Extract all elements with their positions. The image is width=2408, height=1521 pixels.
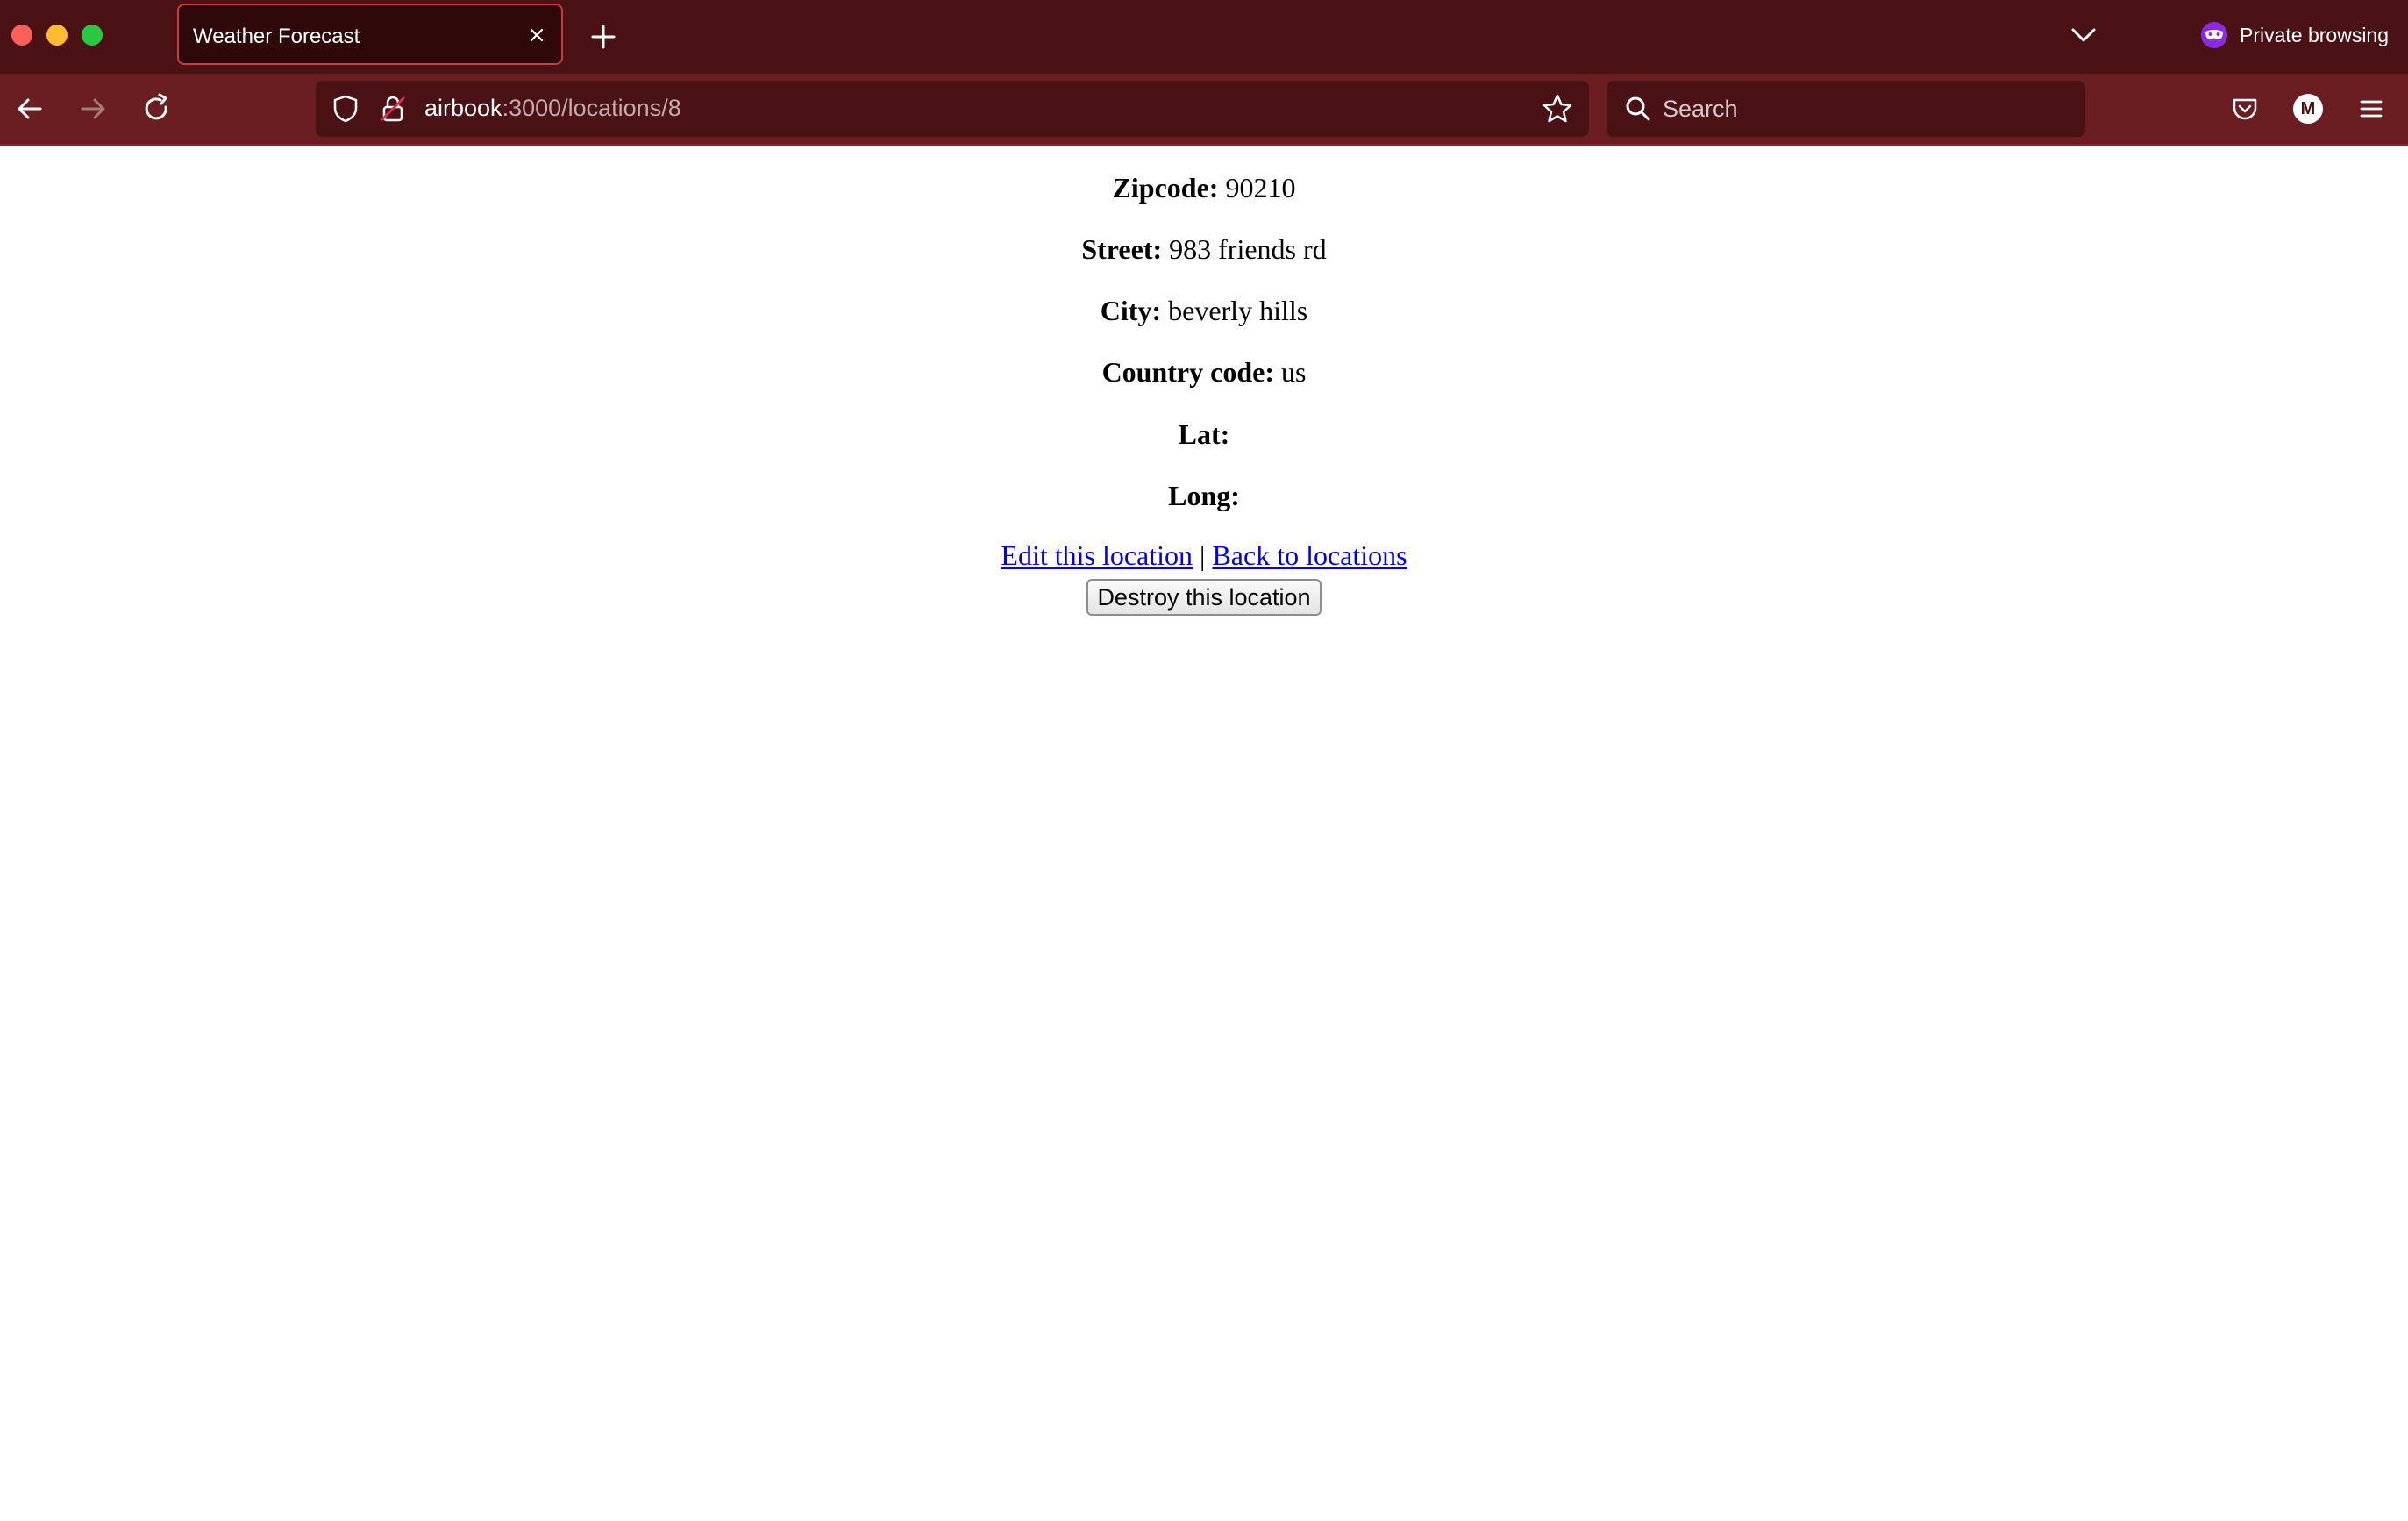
close-window-button[interactable] [11,25,32,46]
search-bar[interactable]: Search [1607,81,2085,137]
long-label: Long: [1168,480,1240,511]
page-content: Zipcode: 90210 Street: 983 friends rd Ci… [0,146,2408,1521]
insecure-lock-icon[interactable] [377,93,409,125]
account-initial: M [2293,94,2323,124]
url-bar[interactable]: airbook:3000/locations/8 [316,81,1589,137]
reload-icon[interactable] [137,89,175,128]
shield-icon[interactable] [330,93,361,125]
url-text[interactable]: airbook:3000/locations/8 [424,95,681,122]
private-browsing-label: Private browsing [2240,23,2390,46]
url-path: :3000/locations/8 [502,95,681,121]
url-host: airbook [424,95,502,121]
city-value: beverly hills [1168,295,1308,326]
chevron-down-icon[interactable] [2066,19,2101,51]
city-row: City: beverly hills [0,295,2408,327]
tab-bar: Weather Forecast Private browsing [0,0,2408,74]
lat-label: Lat: [1178,418,1230,450]
country-code-label: Country code: [1101,356,1274,388]
forward-arrow-icon[interactable] [74,89,112,128]
search-placeholder: Search [1663,96,1738,122]
back-arrow-icon[interactable] [11,89,49,128]
city-label: City: [1100,295,1162,326]
zipcode-label: Zipcode: [1112,172,1219,204]
street-label: Street: [1081,233,1163,265]
location-actions: Edit this location | Back to locations [0,539,2408,572]
pocket-icon[interactable] [2227,91,2262,126]
tab-title: Weather Forecast [193,25,360,48]
account-avatar-icon[interactable]: M [2290,91,2326,126]
minimize-window-button[interactable] [46,25,68,46]
private-mask-icon [2201,22,2227,48]
country-code-row: Country code: us [0,356,2408,389]
search-icon [1622,93,1654,125]
browser-chrome: Weather Forecast Private browsing airboo… [0,0,2408,146]
street-value: 983 friends rd [1169,233,1327,265]
bookmark-star-icon[interactable] [1540,91,1575,126]
country-code-value: us [1280,356,1307,388]
tab-weather-forecast[interactable]: Weather Forecast [177,4,563,65]
destroy-form: Destroy this location [0,579,2408,616]
close-tab-icon[interactable] [521,19,552,51]
street-row: Street: 983 friends rd [0,233,2408,266]
zipcode-row: Zipcode: 90210 [0,172,2408,204]
edit-location-link[interactable]: Edit this location [1001,539,1193,571]
zipcode-value: 90210 [1225,172,1296,204]
maximize-window-button[interactable] [82,25,103,46]
long-row: Long: [0,480,2408,512]
hamburger-menu-icon[interactable] [2354,91,2389,126]
navigation-toolbar: airbook:3000/locations/8 Search M [0,74,2408,146]
link-separator: | [1200,539,1206,571]
destroy-location-button[interactable]: Destroy this location [1086,579,1322,616]
private-browsing-indicator: Private browsing [2201,19,2389,51]
back-to-locations-link[interactable]: Back to locations [1212,539,1407,571]
new-tab-icon[interactable] [586,19,621,54]
lat-row: Lat: [0,418,2408,451]
